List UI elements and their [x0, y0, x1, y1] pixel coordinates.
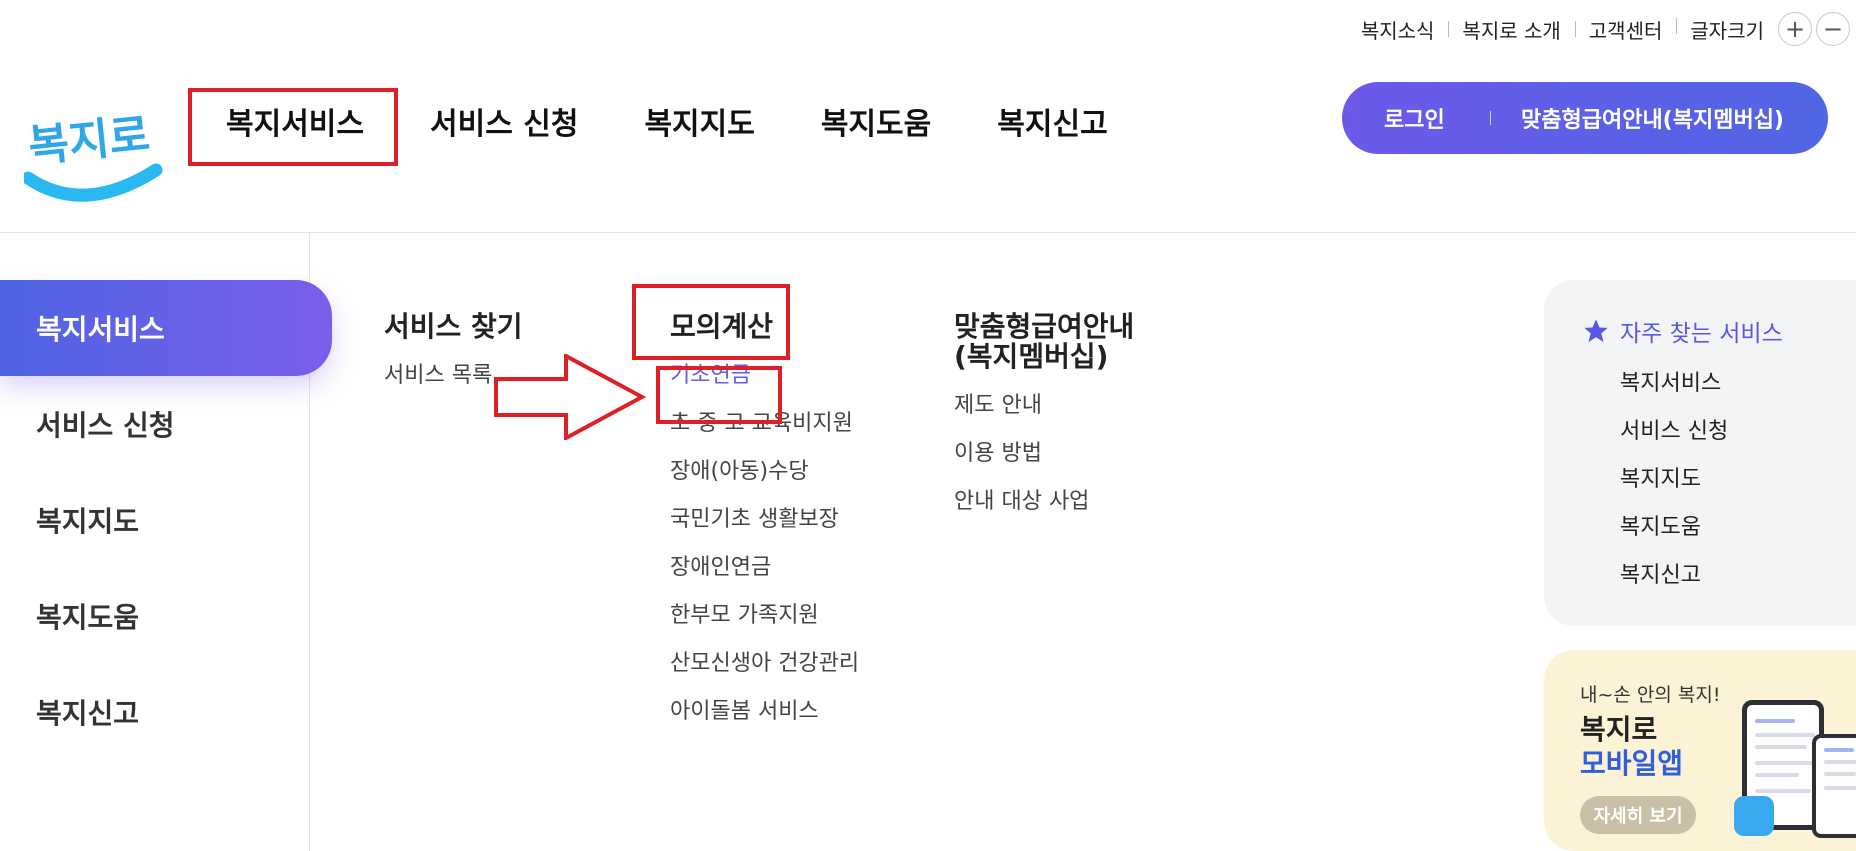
- side-menu-item-welfare-help[interactable]: 복지도움: [0, 568, 332, 664]
- annotation-box-gnb-welfare-service: [188, 88, 398, 166]
- frequent-service-application[interactable]: 서비스 신청: [1620, 418, 1728, 466]
- frequent-service-welfare-help[interactable]: 복지도움: [1620, 514, 1728, 562]
- app-banner-subtitle: 내~손 안의 복지!: [1580, 684, 1721, 706]
- login-button[interactable]: 로그인: [1342, 102, 1490, 134]
- util-link-about[interactable]: 복지로 소개: [1448, 15, 1574, 44]
- font-size-label: 글자크기: [1690, 18, 1764, 43]
- menu-link-maternal-newborn-care[interactable]: 산모신생아 건강관리: [670, 650, 859, 698]
- utility-nav: 복지소식 복지로 소개 고객센터 글자크기 + −: [1347, 12, 1850, 46]
- util-link-welfare-news[interactable]: 복지소식: [1347, 15, 1449, 44]
- font-size-decrease-button[interactable]: −: [1816, 12, 1850, 46]
- font-size-control: 글자크기 + −: [1676, 12, 1850, 46]
- frequent-service-welfare-service[interactable]: 복지서비스: [1620, 370, 1728, 418]
- font-size-increase-button[interactable]: +: [1778, 12, 1812, 46]
- annotation-box-basic-pension: [656, 366, 782, 424]
- menu-link-system-guide[interactable]: 제도 안내: [954, 392, 1134, 440]
- star-icon: [1584, 319, 1608, 343]
- tablet-mockup-icon: [1812, 734, 1856, 838]
- side-menu-item-welfare-map[interactable]: 복지지도: [0, 472, 332, 568]
- annotation-box-mock-calculation: [632, 284, 790, 360]
- frequent-services-title: 자주 찾는 서비스: [1620, 321, 1783, 347]
- app-logo-icon: [1734, 796, 1774, 836]
- menu-column-membership: 맞춤형급여안내 (복지멤버십) 제도 안내 이용 방법 안내 대상 사업: [954, 312, 1134, 536]
- login-membership-bar: 로그인 맞춤형급여안내(복지멤버십): [1342, 82, 1828, 154]
- menu-link-target-programs[interactable]: 안내 대상 사업: [954, 488, 1134, 536]
- menu-link-basic-livelihood[interactable]: 국민기초 생활보장: [670, 506, 859, 554]
- app-banner-title-line2: 모바일앱: [1580, 747, 1684, 780]
- mobile-app-banner[interactable]: 내~손 안의 복지! 복지로 모바일앱 자세히 보기: [1544, 650, 1856, 851]
- membership-button[interactable]: 맞춤형급여안내(복지멤버십): [1521, 102, 1784, 134]
- menu-link-disability-pension[interactable]: 장애인연금: [670, 554, 859, 602]
- menu-title-service-search: 서비스 찾기: [384, 310, 523, 343]
- gnb-item-welfare-help[interactable]: 복지도움: [821, 99, 931, 143]
- menu-link-usage-method[interactable]: 이용 방법: [954, 440, 1134, 488]
- annotation-arrow-icon: [494, 354, 646, 440]
- menu-link-single-parent-support[interactable]: 한부모 가족지원: [670, 602, 859, 650]
- frequent-services-heading: 자주 찾는 서비스: [1582, 314, 1783, 348]
- cta-divider: [1490, 111, 1491, 125]
- menu-title-membership-line2: (복지멤버십): [954, 340, 1109, 373]
- gnb-item-welfare-map[interactable]: 복지지도: [644, 99, 754, 143]
- util-link-customer-center[interactable]: 고객센터: [1574, 15, 1677, 44]
- frequent-services-panel: 자주 찾는 서비스 복지서비스 서비스 신청 복지지도 복지도움 복지신고: [1544, 280, 1856, 626]
- logo-graphic: 복지로: [21, 109, 163, 202]
- side-menu-item-welfare-report[interactable]: 복지신고: [0, 664, 332, 760]
- logo-text: 복지로: [26, 109, 152, 172]
- gnb-item-welfare-report[interactable]: 복지신고: [997, 99, 1107, 143]
- frequent-service-welfare-map[interactable]: 복지지도: [1620, 466, 1728, 514]
- header-divider: [0, 232, 1856, 233]
- side-menu-item-service-application[interactable]: 서비스 신청: [0, 376, 332, 472]
- menu-link-child-care-service[interactable]: 아이돌봄 서비스: [670, 698, 859, 746]
- gnb-item-service-application[interactable]: 서비스 신청: [430, 99, 578, 143]
- bokjiro-logo[interactable]: 복지로: [21, 78, 164, 206]
- side-menu: 복지서비스 서비스 신청 복지지도 복지도움 복지신고: [0, 280, 332, 760]
- menu-link-disabled-child-allowance[interactable]: 장애(아동)수당: [670, 458, 859, 506]
- frequent-service-welfare-report[interactable]: 복지신고: [1620, 562, 1728, 610]
- side-menu-item-welfare-service[interactable]: 복지서비스: [0, 280, 332, 376]
- app-banner-details-button[interactable]: 자세히 보기: [1580, 796, 1696, 834]
- menu-title-membership-line1: 맞춤형급여안내: [954, 310, 1135, 343]
